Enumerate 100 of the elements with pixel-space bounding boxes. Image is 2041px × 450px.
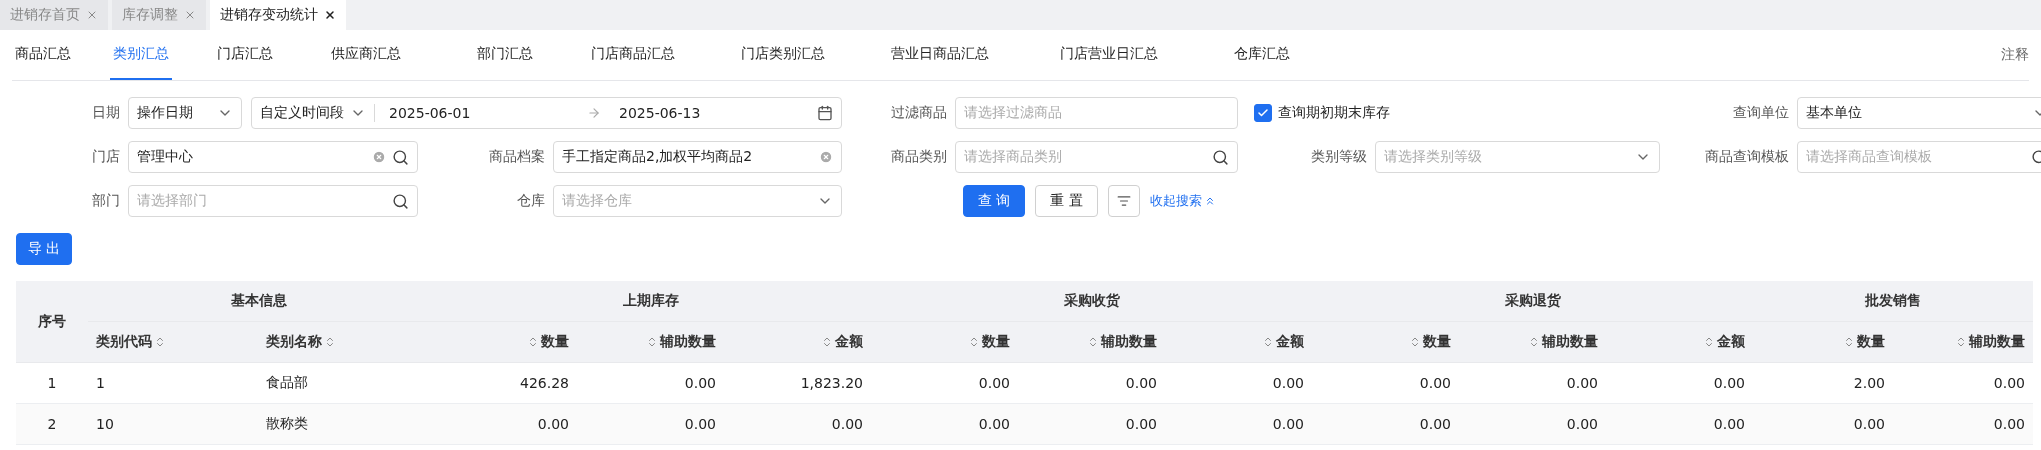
table-cell: 散称类: [258, 403, 430, 445]
table-cell: 0.00: [577, 362, 724, 404]
date-range-field[interactable]: 自定义时间段 2025-06-01 2025-06-13: [251, 97, 842, 129]
report-tab[interactable]: 门店汇总: [214, 30, 276, 80]
table-cell: 0.00: [1459, 403, 1606, 445]
report-tab[interactable]: 营业日商品汇总: [888, 30, 992, 80]
goods-file-field[interactable]: 手工指定商品2,加权平均商品2: [553, 141, 842, 173]
table-cell: 0.00: [871, 362, 1018, 404]
query-button[interactable]: 查 询: [963, 185, 1026, 217]
checkbox[interactable]: [1254, 104, 1272, 122]
checkbox-label: 查询期初期末库存: [1278, 104, 1390, 122]
field-label: 商品查询模板: [1705, 148, 1790, 166]
sort-icon[interactable]: [821, 336, 833, 348]
table-cell: 1: [88, 362, 258, 404]
report-tab[interactable]: 供应商汇总: [328, 30, 404, 80]
table-cell: 0.00: [1893, 403, 2033, 445]
field-label: 商品类别: [891, 148, 948, 166]
report-tab[interactable]: 仓库汇总: [1231, 30, 1293, 80]
column-header[interactable]: 辅助数量: [1893, 321, 2033, 363]
table-cell: 0.00: [1606, 362, 1753, 404]
table-cell: 2.00: [1753, 362, 1893, 404]
export-button[interactable]: 导 出: [16, 233, 72, 265]
column-header: 序号: [16, 281, 88, 363]
report-tab[interactable]: 门店类别汇总: [738, 30, 828, 80]
column-header[interactable]: 金额: [1165, 321, 1312, 363]
table-cell: 0.00: [430, 403, 577, 445]
column-group-header: 采购收货: [871, 281, 1312, 322]
field-label: 类别等级: [1311, 148, 1368, 166]
sort-icon[interactable]: [968, 336, 980, 348]
table-cell: 0.00: [724, 403, 871, 445]
column-header[interactable]: 数量: [430, 321, 577, 363]
table-cell: 2: [16, 403, 88, 445]
report-tab[interactable]: 门店商品汇总: [588, 30, 678, 80]
field-label: 过滤商品: [891, 104, 948, 122]
check-icon: [1257, 107, 1269, 119]
filter-settings-button[interactable]: [1107, 185, 1140, 217]
annotation-link[interactable]: 注释: [2001, 46, 2029, 64]
table-cell: 1,823.20: [724, 362, 871, 404]
table-cell: 0.00: [1165, 403, 1312, 445]
date-type-select[interactable]: 操作日期: [128, 97, 242, 129]
table-cell: 0.00: [1018, 403, 1165, 445]
table-cell: 10: [88, 403, 258, 445]
column-header[interactable]: 金额: [724, 321, 871, 363]
table-cell: 0.00: [1312, 403, 1459, 445]
table-cell: 0.00: [871, 403, 1018, 445]
report-tab[interactable]: 商品汇总: [12, 30, 74, 80]
column-group-header: 批发销售: [1753, 281, 2033, 322]
field-label: 日期: [92, 104, 121, 122]
table-cell: 0.00: [577, 403, 724, 445]
field-label: 仓库: [517, 192, 546, 210]
column-header[interactable]: 数量: [1753, 321, 1893, 363]
search-icon[interactable]: [392, 192, 409, 210]
column-group-header: 采购退货: [1312, 281, 1753, 322]
column-header[interactable]: 金额: [1606, 321, 1753, 363]
clear-icon[interactable]: [372, 150, 386, 164]
table-cell: 0.00: [1018, 362, 1165, 404]
search-icon[interactable]: [1212, 148, 1229, 166]
reset-button[interactable]: 重 置: [1035, 185, 1098, 217]
sort-icon[interactable]: [1262, 336, 1274, 348]
field-label: 部门: [92, 192, 121, 210]
calendar-icon[interactable]: [817, 105, 833, 121]
column-header[interactable]: 辅助数量: [1459, 321, 1606, 363]
table-cell: 1: [16, 362, 88, 404]
sort-icon[interactable]: [1703, 336, 1715, 348]
column-header[interactable]: 类别名称: [258, 321, 430, 363]
table-cell: 0.00: [1312, 362, 1459, 404]
sort-icon[interactable]: [1955, 336, 1967, 348]
report-tab[interactable]: 类别汇总: [110, 30, 172, 80]
table-cell: 0.00: [1165, 362, 1312, 404]
report-tab[interactable]: 门店营业日汇总: [1057, 30, 1161, 80]
column-header[interactable]: 数量: [871, 321, 1018, 363]
table-cell: 0.00: [1459, 362, 1606, 404]
column-header[interactable]: 类别代码: [88, 321, 258, 363]
collapse-search-link[interactable]: 收起搜索: [1149, 192, 1216, 210]
sort-icon[interactable]: [1528, 336, 1540, 348]
sort-icon[interactable]: [527, 336, 539, 348]
search-icon[interactable]: [392, 148, 409, 166]
close-icon[interactable]: [324, 9, 336, 21]
sort-icon[interactable]: [646, 336, 658, 348]
store-field[interactable]: 管理中心: [128, 141, 418, 173]
sort-icon[interactable]: [1087, 336, 1099, 348]
column-header[interactable]: 辅助数量: [1018, 321, 1165, 363]
table-cell: 426.28: [430, 362, 577, 404]
clear-icon[interactable]: [819, 150, 833, 164]
sort-icon[interactable]: [1409, 336, 1421, 348]
field-label: 商品档案: [489, 148, 546, 166]
sort-icon[interactable]: [324, 336, 336, 348]
list-filter-icon: [1116, 194, 1131, 208]
report-tab[interactable]: 部门汇总: [474, 30, 536, 80]
table-cell: 0.00: [1753, 403, 1893, 445]
column-header[interactable]: 数量: [1312, 321, 1459, 363]
column-group-header: 基本信息: [88, 281, 430, 322]
sort-icon[interactable]: [1843, 336, 1855, 348]
sort-icon[interactable]: [154, 336, 166, 348]
page-tab[interactable]: 进销存变动统计: [210, 0, 346, 30]
field-label: 门店: [92, 148, 121, 166]
column-header[interactable]: 辅助数量: [577, 321, 724, 363]
field-label: 查询单位: [1733, 104, 1790, 122]
table-cell: 0.00: [1606, 403, 1753, 445]
query-unit-select[interactable]: 基本单位: [1797, 97, 2041, 129]
